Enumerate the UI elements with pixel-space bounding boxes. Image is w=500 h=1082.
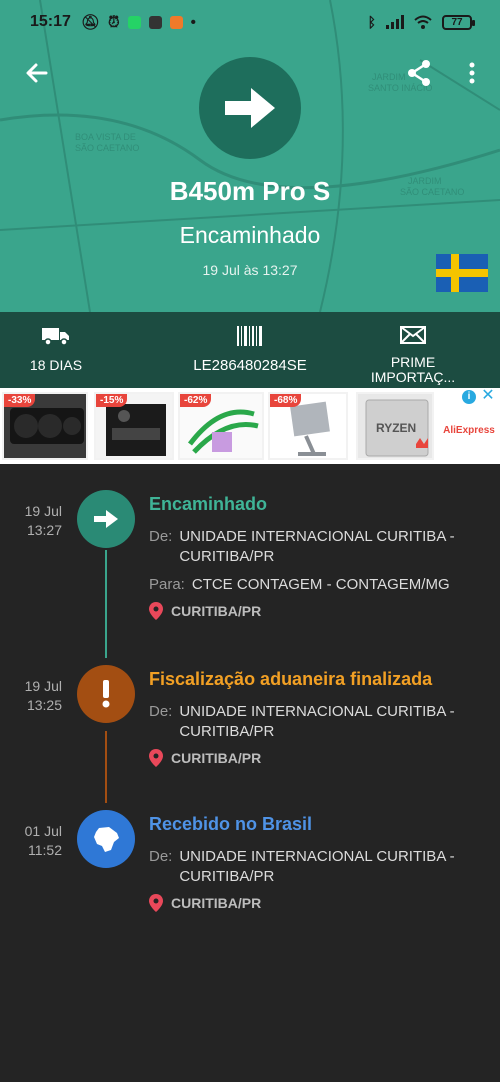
event-location: CURITIBA/PR [149, 602, 261, 620]
origin-value-line1: UNIDADE INTERNACIONAL CURITIBA - [179, 848, 455, 865]
event-location: CURITIBA/PR [149, 749, 261, 767]
origin-value: UNIDADE INTERNACIONAL CURITIBA - CURITIBA… [179, 527, 454, 567]
origin-value-line2: CURITIBA/PR [179, 548, 275, 565]
ad-product-tile[interactable]: -33% [2, 392, 88, 460]
ad-product-tile[interactable]: -15% [94, 392, 174, 460]
back-arrow-icon[interactable] [22, 58, 52, 88]
aliexpress-logo[interactable]: AliExpress [443, 408, 495, 452]
map-label: SÃO CAETANO [75, 143, 139, 153]
more-options-icon[interactable] [460, 58, 484, 88]
signal-icon [386, 15, 404, 29]
tracking-header: BOA VISTA DE SÃO CAETANO JARDIM SANTO IN… [0, 0, 500, 312]
discount-badge: -33% [4, 394, 36, 407]
location-label: CURITIBA/PR [171, 750, 262, 766]
arrow-right-icon [225, 88, 275, 128]
clock: 15:17 [30, 13, 71, 30]
event-title: Fiscalização aduaneira finalizada [149, 669, 433, 689]
event-time: 13:27 [26, 522, 62, 538]
location-label: CURITIBA/PR [171, 603, 262, 619]
whatsapp-icon [127, 15, 141, 29]
event-date: 19 Jul 13:25 [10, 677, 62, 715]
location-pin-icon [149, 602, 163, 620]
map-label: JARDIM [372, 72, 406, 82]
package-date: 19 Jul às 13:27 [202, 262, 298, 278]
ryzen-label: RYZEN [376, 421, 416, 435]
event-destination: Para: CTCE CONTAGEM - CONTAGEM/MG [149, 575, 450, 595]
tracking-code-label: LE286480284SE [193, 357, 307, 374]
origin-key: De: [149, 703, 173, 720]
origin-value: UNIDADE INTERNACIONAL CURITIBA - CURITIBA… [179, 847, 454, 887]
event-day: 19 Jul [24, 503, 62, 519]
app-notification-icon [169, 15, 183, 29]
origin-value: UNIDADE INTERNACIONAL CURITIBA - CURITIBA… [179, 702, 454, 742]
bluetooth-icon: ᛒ [367, 14, 376, 30]
location-pin-icon [149, 749, 163, 767]
more-notifications-icon: • [190, 13, 196, 31]
origin-value-line1: UNIDADE INTERNACIONAL CURITIBA - [179, 528, 455, 545]
prime-label-line2: IMPORTAÇ... [370, 369, 456, 385]
event-day: 19 Jul [24, 678, 62, 694]
origin-value-line2: CURITIBA/PR [179, 868, 275, 885]
app-notification-icon [148, 15, 162, 29]
event-status-circle [77, 665, 135, 723]
ad-info-icon[interactable]: i [462, 390, 476, 404]
ryzen-cpu-image: RYZEN [365, 399, 429, 457]
prime-label: PRIME IMPORTAÇ... [366, 355, 460, 385]
location-label: CURITIBA/PR [171, 895, 262, 911]
wifi-icon [414, 15, 432, 29]
discount-badge: -15% [96, 394, 128, 407]
event-time: 13:25 [26, 697, 62, 713]
event-day: 01 Jul [24, 823, 62, 839]
event-status-circle [77, 810, 135, 868]
prime-importacao[interactable]: PRIME IMPORTAÇ... [366, 326, 460, 385]
prime-label-line1: PRIME [390, 354, 436, 370]
timeline-connector [105, 550, 107, 658]
event-title: Encaminhado [149, 494, 268, 514]
origin-value-line2: CURITIBA/PR [179, 723, 275, 740]
envelope-icon [400, 326, 426, 344]
event-status-circle [77, 490, 135, 548]
event-date: 01 Jul 11:52 [10, 822, 62, 860]
share-icon[interactable] [404, 58, 434, 88]
ad-banner[interactable]: -33% -15% -62% -68% RYZEN [0, 388, 500, 464]
event-date: 19 Jul 13:27 [10, 502, 62, 540]
event-origin: De: UNIDADE INTERNACIONAL CURITIBA - CURIT… [149, 527, 455, 567]
exclamation-icon [102, 680, 110, 708]
discount-badge: -68% [270, 394, 302, 407]
package-title: B450m Pro S [169, 176, 331, 206]
event-origin: De: UNIDADE INTERNACIONAL CURITIBA - CURIT… [149, 702, 455, 742]
days-label: 18 DIAS [29, 357, 83, 373]
origin-value-line1: UNIDADE INTERNACIONAL CURITIBA - [179, 703, 455, 720]
event-location: CURITIBA/PR [149, 894, 261, 912]
timeline-connector [105, 731, 107, 803]
brazil-map-icon [94, 827, 119, 852]
truck-icon [42, 328, 69, 346]
destination-value: CTCE CONTAGEM - CONTAGEM/MG [191, 576, 450, 593]
tracking-code[interactable]: LE286480284SE [170, 326, 330, 374]
event-title: Recebido no Brasil [149, 814, 313, 834]
mute-icon: 🔕︎ [80, 14, 100, 31]
origin-key: De: [149, 848, 173, 865]
status-icon-circle [199, 57, 301, 159]
map-label: BOA VISTA DE [75, 132, 136, 142]
event-time: 11:52 [28, 842, 62, 858]
ad-product-tile[interactable]: -68% [268, 392, 348, 460]
event-origin: De: UNIDADE INTERNACIONAL CURITIBA - CURIT… [149, 847, 455, 887]
days-in-transit: 18 DIAS [18, 326, 94, 373]
location-pin-icon [149, 894, 163, 912]
ad-product-tile[interactable]: RYZEN [356, 392, 434, 460]
battery-icon: 77 [442, 14, 475, 30]
ad-close-icon[interactable]: ✕ [480, 388, 496, 404]
status-bar: 15:17 🔕︎ ⏰︎ • ᛒ 77 [0, 0, 500, 44]
origin-key: De: [149, 528, 173, 545]
destination-key: Para: [149, 576, 185, 593]
alarm-icon: ⏰︎ [107, 13, 120, 31]
sweden-flag-icon [436, 254, 488, 292]
barcode-icon [237, 326, 262, 346]
package-info-bar: 18 DIAS LE286480284SE PRIME IMPORTAÇ... [0, 312, 500, 388]
arrow-right-icon [94, 510, 118, 528]
discount-badge: -62% [180, 394, 212, 407]
ad-product-tile[interactable]: -62% [178, 392, 264, 460]
package-status: Encaminhado [179, 222, 321, 248]
